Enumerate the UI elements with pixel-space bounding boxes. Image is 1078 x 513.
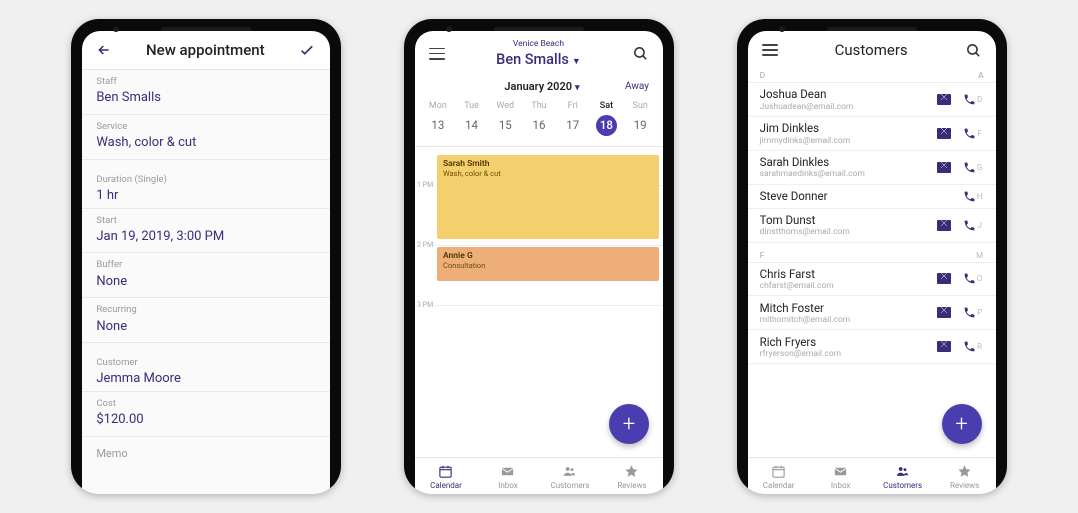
bottom-nav: Calendar Inbox Customers Reviews [748, 457, 996, 494]
phone-calendar: Venice Beach Ben Smalls▼ January 2020▾ A… [404, 19, 674, 494]
field-duration[interactable]: Duration (Single)1 hr [82, 160, 330, 209]
phone-icon[interactable] [963, 93, 976, 106]
phone-icon[interactable] [963, 219, 976, 232]
chevron-down-icon: ▾ [575, 83, 580, 93]
people-icon [562, 464, 577, 479]
mail-icon[interactable] [937, 162, 951, 173]
phone-customers: Customers DA Joshua DeanJushuadean@email… [737, 19, 1007, 494]
mail-icon[interactable] [937, 94, 951, 105]
customer-row[interactable]: Tom Dunstdinstthoms@email.comJ [748, 209, 996, 243]
mail-icon[interactable] [937, 307, 951, 318]
staff-selector[interactable]: Venice Beach Ben Smalls▼ [496, 39, 581, 68]
phone-icon[interactable] [963, 272, 976, 285]
day-thu[interactable]: Thu16 [522, 101, 556, 136]
appbar: Customers [748, 31, 996, 69]
star-icon [957, 464, 972, 479]
mail-icon[interactable] [937, 273, 951, 284]
field-start[interactable]: StartJan 19, 2019, 3:00 PM [82, 209, 330, 254]
menu-icon[interactable] [762, 44, 778, 56]
field-service[interactable]: ServiceWash, color & cut [82, 115, 330, 160]
field-cost[interactable]: Cost$120.00 [82, 392, 330, 437]
event-annie-g[interactable]: Annie GConsultation [437, 247, 659, 281]
field-memo[interactable]: Memo [82, 437, 330, 466]
phone-icon[interactable] [963, 190, 976, 203]
chevron-down-icon: ▼ [572, 56, 581, 67]
customer-row[interactable]: Joshua DeanJushuadean@email.comD [748, 83, 996, 117]
phone-icon[interactable] [963, 340, 976, 353]
customer-row[interactable]: Chris Farstchfarst@email.comO [748, 263, 996, 297]
customer-row[interactable]: Rich Fryersrfryerson@email.comR [748, 330, 996, 364]
week-row: Mon13 Tue14 Wed15 Thu16 Fri17 Sat18 Sun1… [415, 99, 663, 136]
add-button[interactable]: + [609, 404, 649, 444]
phone-icon[interactable] [963, 161, 976, 174]
nav-reviews[interactable]: Reviews [601, 458, 663, 494]
field-staff[interactable]: StaffBen Smalls [82, 70, 330, 115]
search-icon[interactable] [965, 42, 982, 59]
field-customer[interactable]: CustomerJemma Moore [82, 343, 330, 392]
mail-icon[interactable] [937, 220, 951, 231]
field-recurring[interactable]: RecurringNone [82, 298, 330, 343]
confirm-icon[interactable] [298, 41, 316, 59]
star-icon [624, 464, 639, 479]
back-icon[interactable] [96, 42, 112, 58]
customer-row[interactable]: Jim Dinklesjimmydinks@email.comF [748, 117, 996, 151]
page-title: Customers [778, 41, 965, 59]
nav-inbox[interactable]: Inbox [477, 458, 539, 494]
mail-icon [500, 464, 515, 479]
nav-inbox[interactable]: Inbox [810, 458, 872, 494]
customer-list[interactable]: DA Joshua DeanJushuadean@email.comD Jim … [748, 69, 996, 457]
add-button[interactable]: + [942, 404, 982, 444]
month-row: January 2020▾ Away [415, 72, 663, 99]
phone-icon[interactable] [963, 306, 976, 319]
mail-icon [833, 464, 848, 479]
calendar-icon [438, 464, 453, 479]
month-selector[interactable]: January 2020▾ [459, 80, 625, 93]
day-fri[interactable]: Fri17 [556, 101, 590, 136]
mail-icon[interactable] [937, 341, 951, 352]
appbar: Venice Beach Ben Smalls▼ [415, 31, 663, 72]
nav-reviews[interactable]: Reviews [934, 458, 996, 494]
day-sat[interactable]: Sat18 [590, 101, 624, 136]
nav-customers[interactable]: Customers [539, 458, 601, 494]
customer-row[interactable]: Steve DonnerH [748, 185, 996, 209]
event-sarah-smith[interactable]: Sarah SmithWash, color & cut [437, 155, 659, 239]
search-icon[interactable] [632, 45, 649, 62]
bottom-nav: Calendar Inbox Customers Reviews [415, 457, 663, 494]
appointment-form: StaffBen Smalls ServiceWash, color & cut… [82, 70, 330, 494]
day-sun[interactable]: Sun19 [623, 101, 657, 136]
mail-icon[interactable] [937, 128, 951, 139]
nav-customers[interactable]: Customers [872, 458, 934, 494]
people-icon [895, 464, 910, 479]
nav-calendar[interactable]: Calendar [748, 458, 810, 494]
section-f: FM [748, 249, 996, 263]
customer-row[interactable]: Sarah Dinklessarahmaedinks@email.comG [748, 151, 996, 185]
calendar-icon [771, 464, 786, 479]
phone-new-appointment: New appointment StaffBen Smalls ServiceW… [71, 19, 341, 494]
away-button[interactable]: Away [625, 81, 649, 92]
nav-calendar[interactable]: Calendar [415, 458, 477, 494]
menu-icon[interactable] [429, 48, 445, 60]
page-title: New appointment [112, 41, 298, 59]
customer-row[interactable]: Mitch Fostermithomitch@email.comP [748, 296, 996, 330]
day-mon[interactable]: Mon13 [421, 101, 455, 136]
section-d: DA [748, 69, 996, 83]
appbar: New appointment [82, 31, 330, 70]
day-tue[interactable]: Tue14 [455, 101, 489, 136]
day-wed[interactable]: Wed15 [488, 101, 522, 136]
phone-icon[interactable] [963, 127, 976, 140]
field-buffer[interactable]: BufferNone [82, 253, 330, 298]
